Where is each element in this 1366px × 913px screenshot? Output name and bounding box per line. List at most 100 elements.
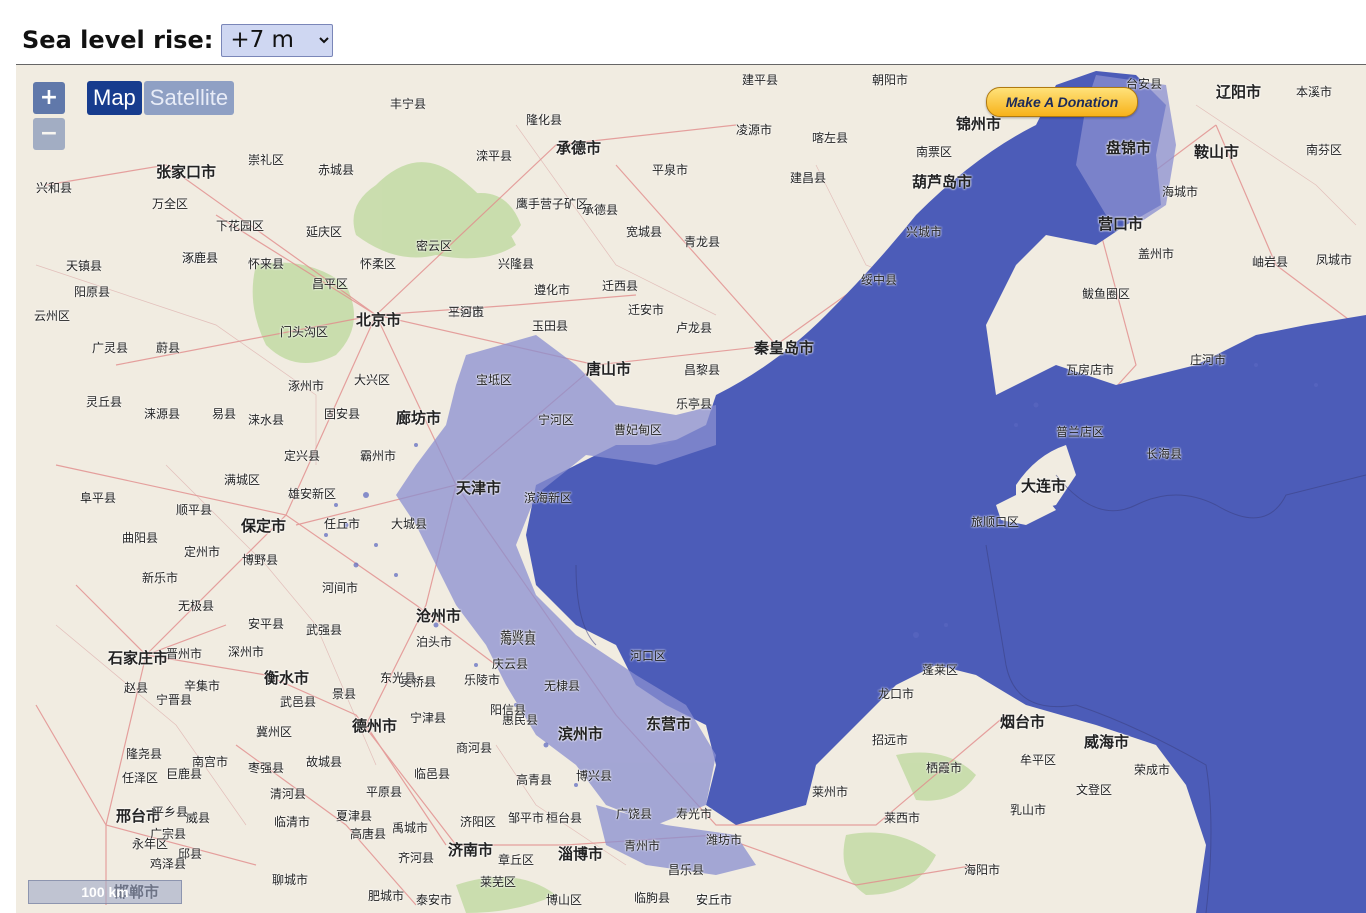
place-label: 博兴县 — [576, 769, 613, 783]
place-label: 兴城市 — [906, 225, 943, 239]
place-label: 新乐市 — [142, 571, 179, 585]
place-label: 鞍山市 — [1194, 143, 1240, 161]
place-label: 博野县 — [242, 553, 279, 567]
place-label: 承德市 — [556, 139, 602, 157]
place-label: 卢龙县 — [676, 321, 713, 335]
place-label: 定州市 — [184, 545, 221, 559]
place-label: 海阳市 — [964, 863, 1001, 877]
sea-level-select[interactable]: +7 m — [221, 23, 334, 57]
place-label: 清河县 — [270, 787, 307, 801]
place-label: 岫岩县 — [1252, 255, 1289, 269]
place-label: 怀柔区 — [360, 257, 397, 271]
place-label: 保定市 — [241, 517, 287, 535]
zoom-out-button[interactable]: − — [33, 118, 65, 150]
place-label: 昌乐县 — [668, 863, 705, 877]
place-label: 满城区 — [224, 473, 261, 487]
place-label: 云州区 — [34, 309, 71, 323]
place-label: 赤城县 — [318, 163, 355, 177]
place-label: 北京市 — [356, 311, 402, 329]
place-label: 石家庄市 — [108, 649, 169, 667]
place-label: 烟台市 — [1000, 713, 1046, 731]
map-viewport[interactable]: 北京市 天津市 唐山市 秦皇岛市 沧州市 保定市 石家庄市 衡水市 廊坊市 承德市 张家口市 葫芦岛市… — [16, 64, 1366, 913]
place-label: 景县 — [332, 687, 357, 701]
place-label: 乐陵市 — [464, 673, 501, 687]
place-label: 平乡县 — [152, 805, 189, 819]
place-label: 济南市 — [448, 841, 494, 859]
place-label: 深州市 — [228, 645, 265, 659]
place-label: 乳山市 — [1010, 803, 1047, 817]
place-label: 商河县 — [456, 741, 493, 755]
place-label: 兴隆县 — [498, 257, 535, 271]
map-type-map-button[interactable]: Map — [87, 81, 142, 115]
place-label: 宁津县 — [410, 711, 447, 725]
place-label: 万全区 — [152, 197, 189, 211]
place-label: 凌源市 — [736, 123, 773, 137]
place-label: 桓台县 — [546, 811, 583, 825]
scale-bar: 100 km — [28, 880, 182, 904]
place-label: 南票区 — [916, 145, 953, 159]
place-label: 隆化县 — [526, 113, 563, 127]
place-label: 临邑县 — [414, 767, 451, 781]
place-label: 东营市 — [646, 715, 692, 733]
sea-level-label: Sea level rise: — [22, 26, 214, 54]
place-label: 长海县 — [1146, 447, 1183, 461]
place-label: 高青县 — [516, 773, 553, 787]
place-label: 莱州市 — [812, 785, 849, 799]
place-label: 辛集市 — [184, 679, 221, 693]
place-label: 栖霞市 — [926, 761, 963, 775]
place-label: 蓬莱区 — [922, 663, 959, 677]
place-label: 迁西县 — [602, 279, 639, 293]
place-label: 潍坊市 — [706, 833, 743, 847]
place-label: 鲅鱼圈区 — [1082, 287, 1131, 301]
place-label: 遵化市 — [534, 283, 571, 297]
place-label: 龙口市 — [878, 687, 915, 701]
place-label: 大兴区 — [354, 373, 391, 387]
place-label: 肥城市 — [368, 889, 405, 903]
place-label: 绥中县 — [861, 273, 898, 287]
place-label: 海兴县 — [500, 633, 537, 647]
place-label: 顺平县 — [176, 503, 213, 517]
place-label: 临朐县 — [634, 891, 671, 905]
place-label: 德州市 — [352, 717, 398, 735]
place-label: 宽城县 — [626, 225, 663, 239]
place-label: 武强县 — [306, 623, 343, 637]
place-label: 夏津县 — [336, 809, 373, 823]
donate-button[interactable]: Make A Donation — [986, 87, 1138, 117]
place-label: 赵县 — [124, 681, 149, 695]
place-label: 宁河区 — [538, 413, 575, 427]
place-label: 密云区 — [416, 239, 453, 253]
place-label: 滨州市 — [558, 725, 604, 743]
place-label: 盖州市 — [1138, 247, 1175, 261]
place-label: 天镇县 — [66, 259, 103, 273]
place-label: 廊坊市 — [396, 409, 442, 427]
place-label: 临清市 — [274, 815, 311, 829]
place-label: 莱西市 — [884, 811, 921, 825]
place-label: 邹平市 — [508, 811, 545, 825]
place-label: 玉田县 — [532, 319, 569, 333]
place-label: 宝坻区 — [476, 373, 513, 387]
place-label: 庆云县 — [492, 657, 529, 671]
place-label: 崇礼区 — [248, 153, 285, 167]
place-label: 丰宁县 — [390, 97, 427, 111]
place-label: 永年区 — [132, 837, 169, 851]
place-label: 河口区 — [630, 649, 667, 663]
place-label: 淄博市 — [558, 845, 604, 863]
place-label: 平原县 — [366, 785, 403, 799]
place-label: 河间市 — [322, 581, 359, 595]
place-label: 故城县 — [306, 755, 343, 769]
place-label: 南芬区 — [1306, 143, 1343, 157]
place-label: 任丘市 — [324, 517, 361, 531]
map-type-satellite-button[interactable]: Satellite — [143, 81, 235, 115]
place-label: 无极县 — [178, 599, 215, 613]
place-label: 盘锦市 — [1106, 139, 1152, 157]
place-label: 济阳区 — [460, 815, 497, 829]
place-label: 阳信县 — [490, 703, 527, 717]
place-label: 沧州市 — [416, 607, 462, 625]
place-label: 威县 — [186, 811, 211, 825]
place-label: 涿州市 — [288, 379, 325, 393]
place-label: 鸡泽县 — [150, 857, 187, 871]
place-label: 广饶县 — [616, 807, 653, 821]
zoom-in-button[interactable]: + — [33, 82, 65, 114]
place-label: 雄安新区 — [288, 487, 337, 501]
place-label: 青州市 — [624, 839, 661, 853]
